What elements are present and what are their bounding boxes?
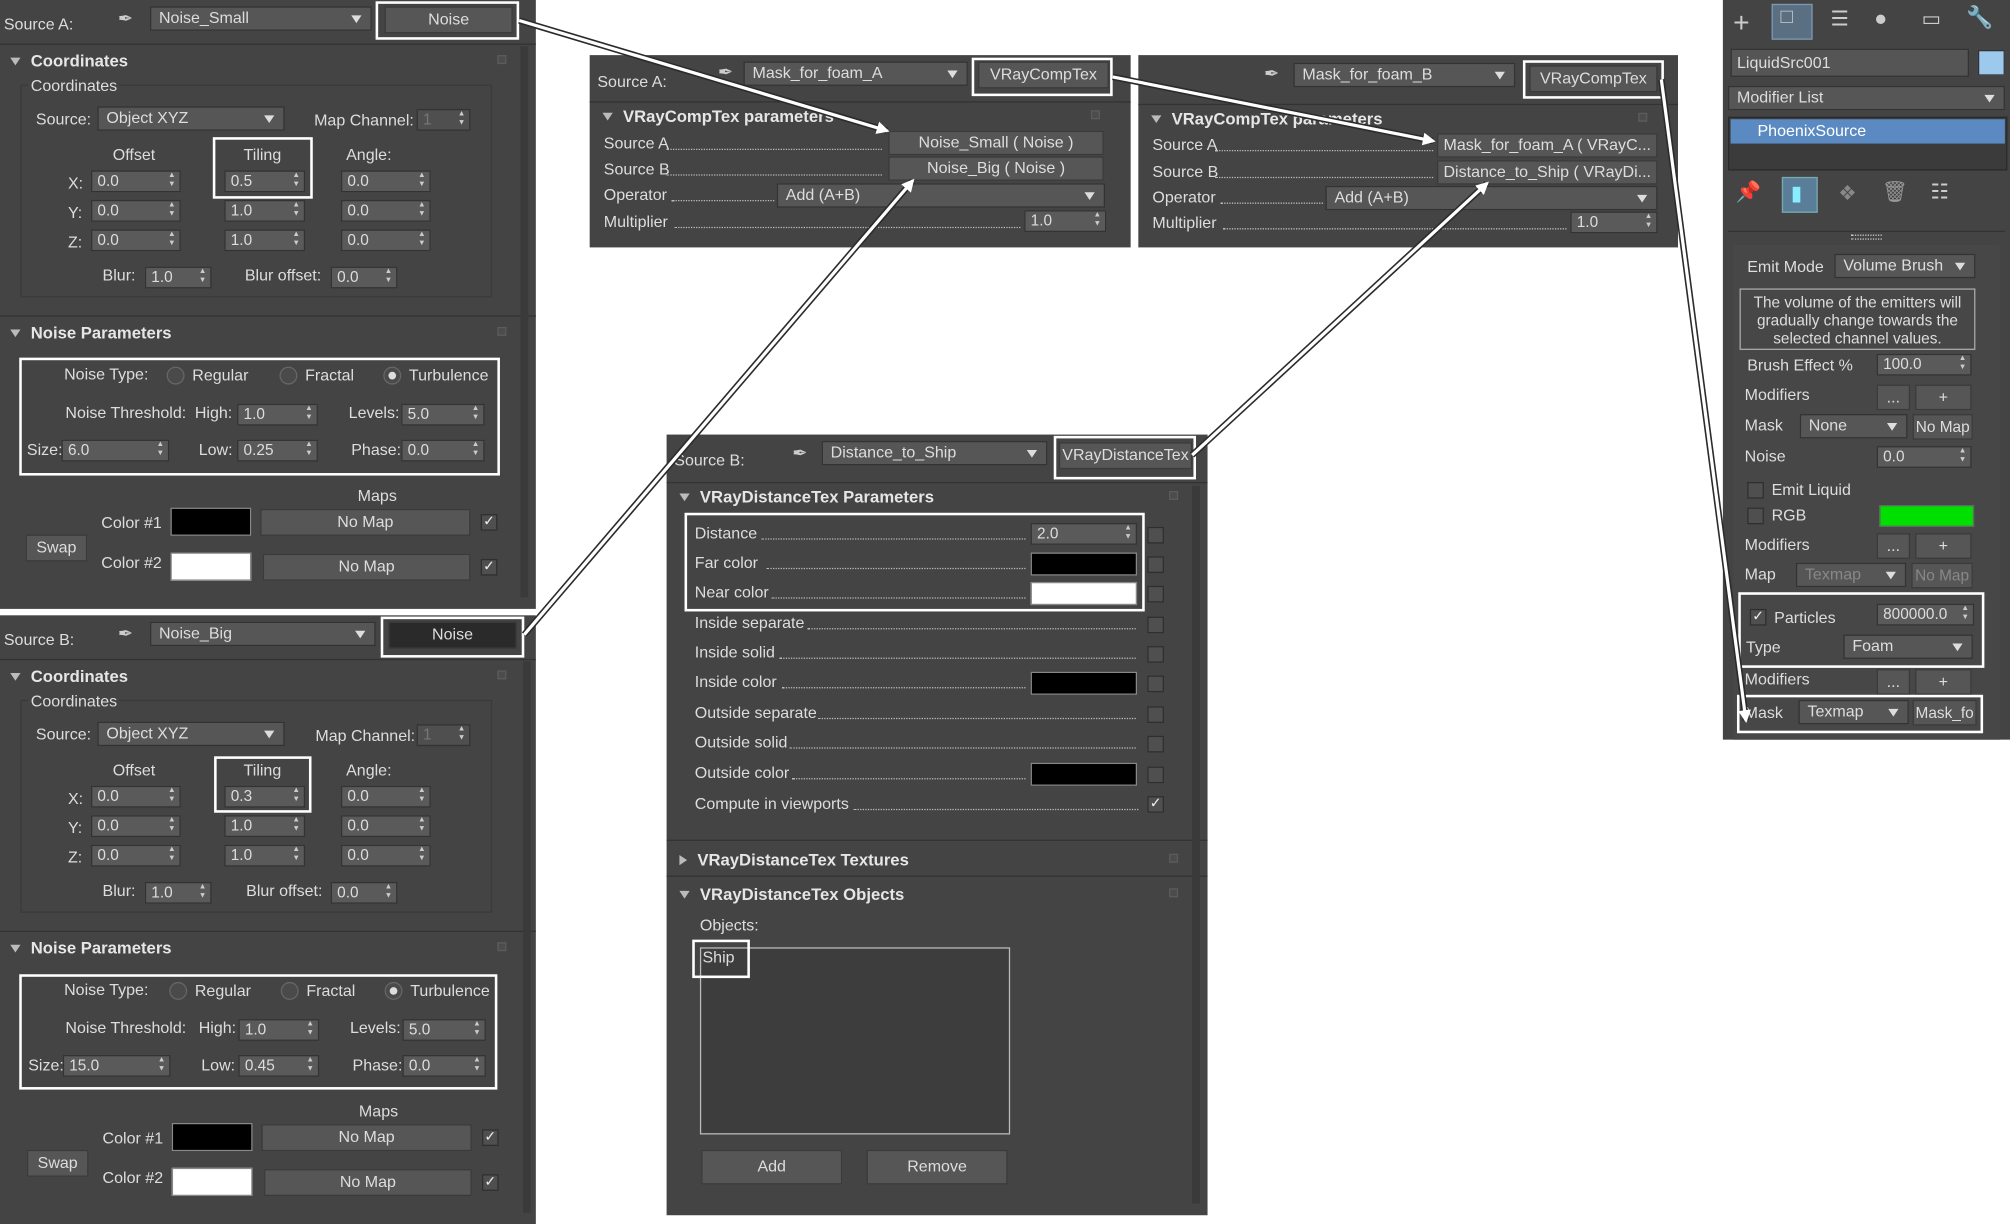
arrow-distance-to-source-b xyxy=(1191,181,1489,457)
arrow-comp-b-to-mask xyxy=(1659,79,1751,723)
arrow-comp-a-to-source-a xyxy=(1112,75,1436,146)
arrow-noise-big-to-source-b xyxy=(523,178,915,636)
connector-arrows xyxy=(518,17,1751,723)
arrow-noise-small-to-source-a xyxy=(518,18,890,134)
